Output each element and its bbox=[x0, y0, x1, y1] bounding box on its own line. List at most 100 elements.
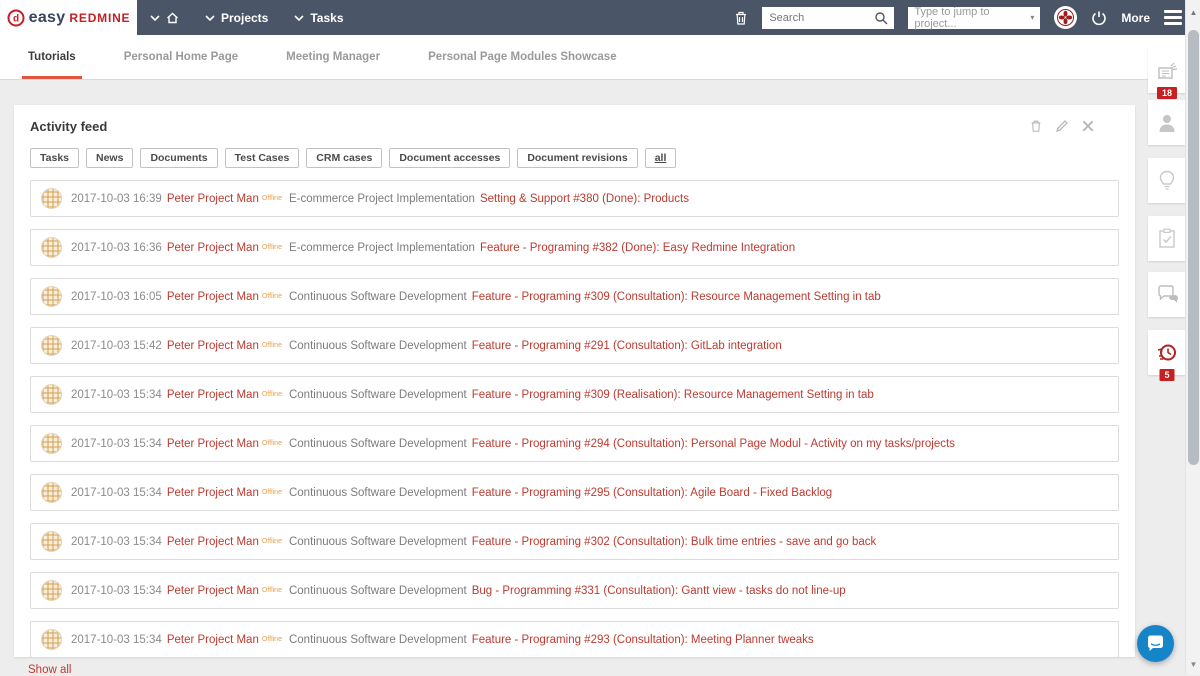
show-all-link[interactable]: Show all bbox=[28, 664, 71, 676]
nav-projects-menu[interactable]: Projects bbox=[205, 11, 268, 25]
activity-row: 2017-10-03 15:34 Peter Project Man Offli… bbox=[30, 474, 1119, 511]
row-task-link[interactable]: Feature - Programing #309 (Realisation):… bbox=[472, 389, 874, 401]
row-task-link[interactable]: Feature - Programing #295 (Consultation)… bbox=[472, 487, 833, 499]
activity-row: 2017-10-03 16:39 Peter Project Man Offli… bbox=[30, 180, 1119, 217]
search-input[interactable] bbox=[763, 11, 875, 24]
row-project-name: Continuous Software Development bbox=[288, 584, 467, 597]
filter-tasks[interactable]: Tasks bbox=[30, 148, 79, 168]
row-avatar[interactable] bbox=[41, 629, 62, 650]
row-presence-label: Offline bbox=[261, 538, 282, 545]
chevron-down-icon bbox=[294, 14, 304, 21]
row-avatar[interactable] bbox=[41, 384, 62, 405]
row-project-name: Continuous Software Development bbox=[288, 290, 467, 303]
user-avatar[interactable] bbox=[1054, 6, 1078, 29]
row-avatar[interactable] bbox=[41, 188, 62, 209]
hamburger-menu-icon[interactable] bbox=[1164, 10, 1182, 25]
activity-row: 2017-10-03 15:34 Peter Project Man Offli… bbox=[30, 572, 1119, 609]
row-avatar[interactable] bbox=[41, 433, 62, 454]
row-task-link[interactable]: Setting & Support #380 (Done): Products bbox=[480, 193, 689, 205]
jump-to-project-select[interactable]: Type to jump to project... ▾ bbox=[908, 5, 1041, 30]
activity-rows: 2017-10-03 16:39 Peter Project Man Offli… bbox=[30, 180, 1119, 658]
row-user-link[interactable]: Peter Project Man bbox=[167, 291, 259, 303]
row-user-link[interactable]: Peter Project Man bbox=[167, 389, 259, 401]
row-timestamp: 2017-10-03 15:34 bbox=[71, 633, 162, 646]
avatar-knot-icon bbox=[1057, 9, 1075, 26]
row-user-link[interactable]: Peter Project Man bbox=[167, 438, 259, 450]
activity-row: 2017-10-03 16:36 Peter Project Man Offli… bbox=[30, 229, 1119, 266]
row-task-link[interactable]: Feature - Programing #382 (Done): Easy R… bbox=[480, 242, 795, 254]
panel-edit-icon[interactable] bbox=[1055, 119, 1069, 133]
row-task-link[interactable]: Feature - Programing #294 (Consultation)… bbox=[472, 438, 955, 450]
sidebar-users-button[interactable] bbox=[1148, 100, 1186, 145]
tab-tutorials[interactable]: Tutorials bbox=[22, 35, 82, 79]
filter-all[interactable]: all bbox=[644, 148, 677, 168]
trash-icon[interactable] bbox=[734, 10, 748, 26]
row-user-link[interactable]: Peter Project Man bbox=[167, 487, 259, 499]
vertical-scrollbar[interactable]: ▲ ▼ bbox=[1185, 0, 1200, 675]
row-timestamp: 2017-10-03 16:39 bbox=[71, 192, 162, 205]
jump-to-project-placeholder: Type to jump to project... bbox=[914, 5, 990, 30]
scrollbar-thumb[interactable] bbox=[1188, 30, 1199, 465]
sidebar-checklist-button[interactable] bbox=[1148, 216, 1186, 261]
filter-document-accesses[interactable]: Document accesses bbox=[389, 148, 511, 168]
nav-tasks-menu[interactable]: Tasks bbox=[294, 11, 344, 25]
sidebar-ideas-button[interactable] bbox=[1148, 158, 1186, 203]
filter-crm-cases[interactable]: CRM cases bbox=[306, 148, 383, 168]
row-user-link[interactable]: Peter Project Man bbox=[167, 242, 259, 254]
logout-power-icon[interactable] bbox=[1091, 10, 1107, 26]
activity-row: 2017-10-03 15:34 Peter Project Man Offli… bbox=[30, 425, 1119, 462]
sidebar-chat-button[interactable] bbox=[1148, 272, 1186, 317]
lightbulb-icon bbox=[1159, 170, 1175, 190]
filter-test-cases[interactable]: Test Cases bbox=[224, 148, 300, 168]
logo-text-redmine: REDMINE bbox=[69, 10, 131, 25]
row-avatar[interactable] bbox=[41, 286, 62, 307]
row-user-link[interactable]: Peter Project Man bbox=[167, 634, 259, 646]
row-user-link[interactable]: Peter Project Man bbox=[167, 536, 259, 548]
filter-news[interactable]: News bbox=[86, 148, 134, 168]
panel-close-icon[interactable] bbox=[1081, 119, 1095, 133]
select-caret-icon: ▾ bbox=[1030, 13, 1035, 22]
row-timestamp: 2017-10-03 15:34 bbox=[71, 486, 162, 499]
row-task-link[interactable]: Feature - Programing #302 (Consultation)… bbox=[472, 536, 877, 548]
nav-home-menu[interactable] bbox=[150, 12, 179, 24]
activity-row: 2017-10-03 16:05 Peter Project Man Offli… bbox=[30, 278, 1119, 315]
tab-personal-page-modules-showcase[interactable]: Personal Page Modules Showcase bbox=[428, 35, 617, 79]
row-user-link[interactable]: Peter Project Man bbox=[167, 585, 259, 597]
row-task-link[interactable]: Feature - Programing #291 (Consultation)… bbox=[472, 340, 782, 352]
row-timestamp: 2017-10-03 15:34 bbox=[71, 584, 162, 597]
filter-button-row: Tasks News Documents Test Cases CRM cases Doc… bbox=[30, 148, 1119, 168]
chat-launcher-button[interactable] bbox=[1137, 625, 1174, 662]
row-avatar[interactable] bbox=[41, 531, 62, 552]
sidebar-news-button[interactable]: 18 bbox=[1148, 48, 1186, 99]
row-project-name: Continuous Software Development bbox=[288, 339, 467, 352]
row-task-link[interactable]: Feature - Programing #309 (Consultation)… bbox=[472, 291, 881, 303]
filter-documents[interactable]: Documents bbox=[140, 148, 218, 168]
row-avatar[interactable] bbox=[41, 237, 62, 258]
panel-trash-icon[interactable] bbox=[1029, 119, 1043, 133]
sidebar-history-button[interactable]: 5 bbox=[1148, 330, 1186, 381]
row-project-name: E-commerce Project Implementation bbox=[288, 192, 475, 205]
tab-personal-home-page[interactable]: Personal Home Page bbox=[124, 35, 238, 79]
row-user-link[interactable]: Peter Project Man bbox=[167, 193, 259, 205]
tab-bar: Tutorials Personal Home Page Meeting Manag… bbox=[0, 35, 1185, 80]
row-avatar[interactable] bbox=[41, 335, 62, 356]
more-button[interactable]: More bbox=[1121, 11, 1150, 25]
row-avatar[interactable] bbox=[41, 482, 62, 503]
row-task-link[interactable]: Feature - Programing #293 (Consultation)… bbox=[472, 634, 814, 646]
row-project-name: Continuous Software Development bbox=[288, 486, 467, 499]
scroll-up-arrow-icon[interactable]: ▲ bbox=[1186, 8, 1200, 17]
scroll-down-arrow-icon[interactable]: ▼ bbox=[1186, 660, 1200, 669]
search-icon[interactable] bbox=[874, 11, 888, 25]
row-presence-label: Offline bbox=[261, 636, 282, 643]
row-timestamp: 2017-10-03 15:34 bbox=[71, 535, 162, 548]
row-presence-label: Offline bbox=[261, 440, 282, 447]
row-project-name: Continuous Software Development bbox=[288, 388, 467, 401]
easy-redmine-logo[interactable]: d easy REDMINE bbox=[0, 0, 137, 35]
history-badge: 5 bbox=[1159, 369, 1175, 381]
row-project-name: E-commerce Project Implementation bbox=[288, 241, 475, 254]
row-task-link[interactable]: Bug - Programming #331 (Consultation): G… bbox=[472, 585, 846, 597]
row-avatar[interactable] bbox=[41, 580, 62, 601]
row-user-link[interactable]: Peter Project Man bbox=[167, 340, 259, 352]
filter-document-revisions[interactable]: Document revisions bbox=[517, 148, 638, 168]
tab-meeting-manager[interactable]: Meeting Manager bbox=[286, 35, 380, 79]
